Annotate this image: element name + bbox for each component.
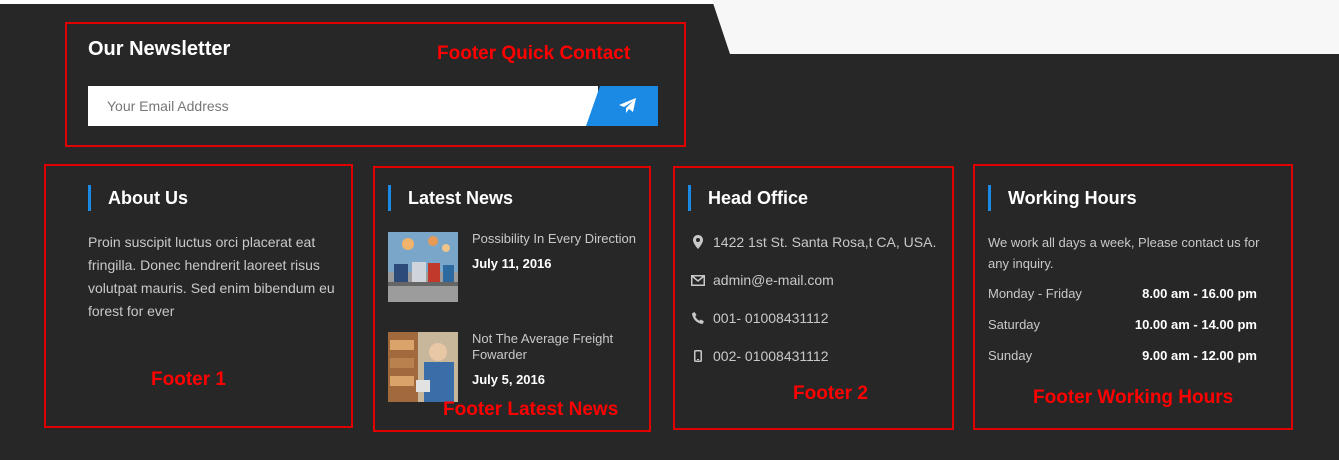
head-office-heading: Head Office (688, 185, 808, 211)
footer1-annotation-label: Footer 1 (151, 369, 226, 390)
office-address: 1422 1st St. Santa Rosa,t CA, USA. (713, 234, 937, 250)
map-marker-icon (691, 234, 705, 250)
news-thumbnail-warehouse[interactable] (388, 332, 458, 402)
office-email[interactable]: admin@e-mail.com (713, 272, 834, 288)
top-light-panel (712, 0, 1339, 54)
working-hours-heading: Working Hours (988, 185, 1137, 211)
news-thumbnail-trucks[interactable] (388, 232, 458, 302)
about-text: Proin suscipit luctus orci placerat eat … (88, 234, 335, 319)
office-email-row[interactable]: admin@e-mail.com (691, 272, 834, 288)
working-hours-time: 8.00 am - 16.00 pm (1142, 286, 1257, 301)
footer2-annotation-label: Footer 2 (793, 383, 868, 404)
office-phone-row[interactable]: 001- 01008431112 (691, 310, 828, 326)
office-mobile-row[interactable]: 002- 01008431112 (691, 348, 828, 364)
news-item-date: July 5, 2016 (472, 372, 545, 387)
paper-plane-icon (619, 98, 636, 113)
news-item-title[interactable]: Possibility In Every Direction (472, 231, 637, 247)
working-hours-time: 10.00 am - 14.00 pm (1134, 317, 1257, 332)
news-item-date: July 11, 2016 (472, 256, 552, 271)
latest-news-annotation-label: Footer Latest News (443, 399, 619, 420)
office-phone[interactable]: 001- 01008431112 (713, 310, 828, 326)
office-address-row: 1422 1st St. Santa Rosa,t CA, USA. (691, 234, 936, 250)
about-heading: About Us (88, 185, 188, 211)
working-hours-annotation-label: Footer Working Hours (1033, 387, 1234, 408)
quick-contact-annotation-label: Footer Quick Contact (437, 43, 631, 64)
working-hours-day: Monday - Friday (988, 286, 1082, 301)
working-hours-intro: We work all days a week, Please contact … (988, 235, 1260, 271)
working-hours-day: Sunday (988, 348, 1033, 363)
mobile-icon (691, 348, 705, 364)
news-item-title[interactable]: Not The Average Freight Fowarder (472, 331, 637, 363)
working-hours-time: 9.00 am - 12.00 pm (1142, 348, 1257, 363)
newsletter-email-input[interactable] (88, 86, 598, 126)
office-mobile[interactable]: 002- 01008431112 (713, 348, 828, 364)
phone-icon (691, 310, 705, 326)
newsletter-title: Our Newsletter (88, 38, 231, 60)
working-hours-day: Saturday (988, 317, 1041, 332)
latest-news-heading: Latest News (388, 185, 513, 211)
envelope-icon (691, 272, 705, 288)
